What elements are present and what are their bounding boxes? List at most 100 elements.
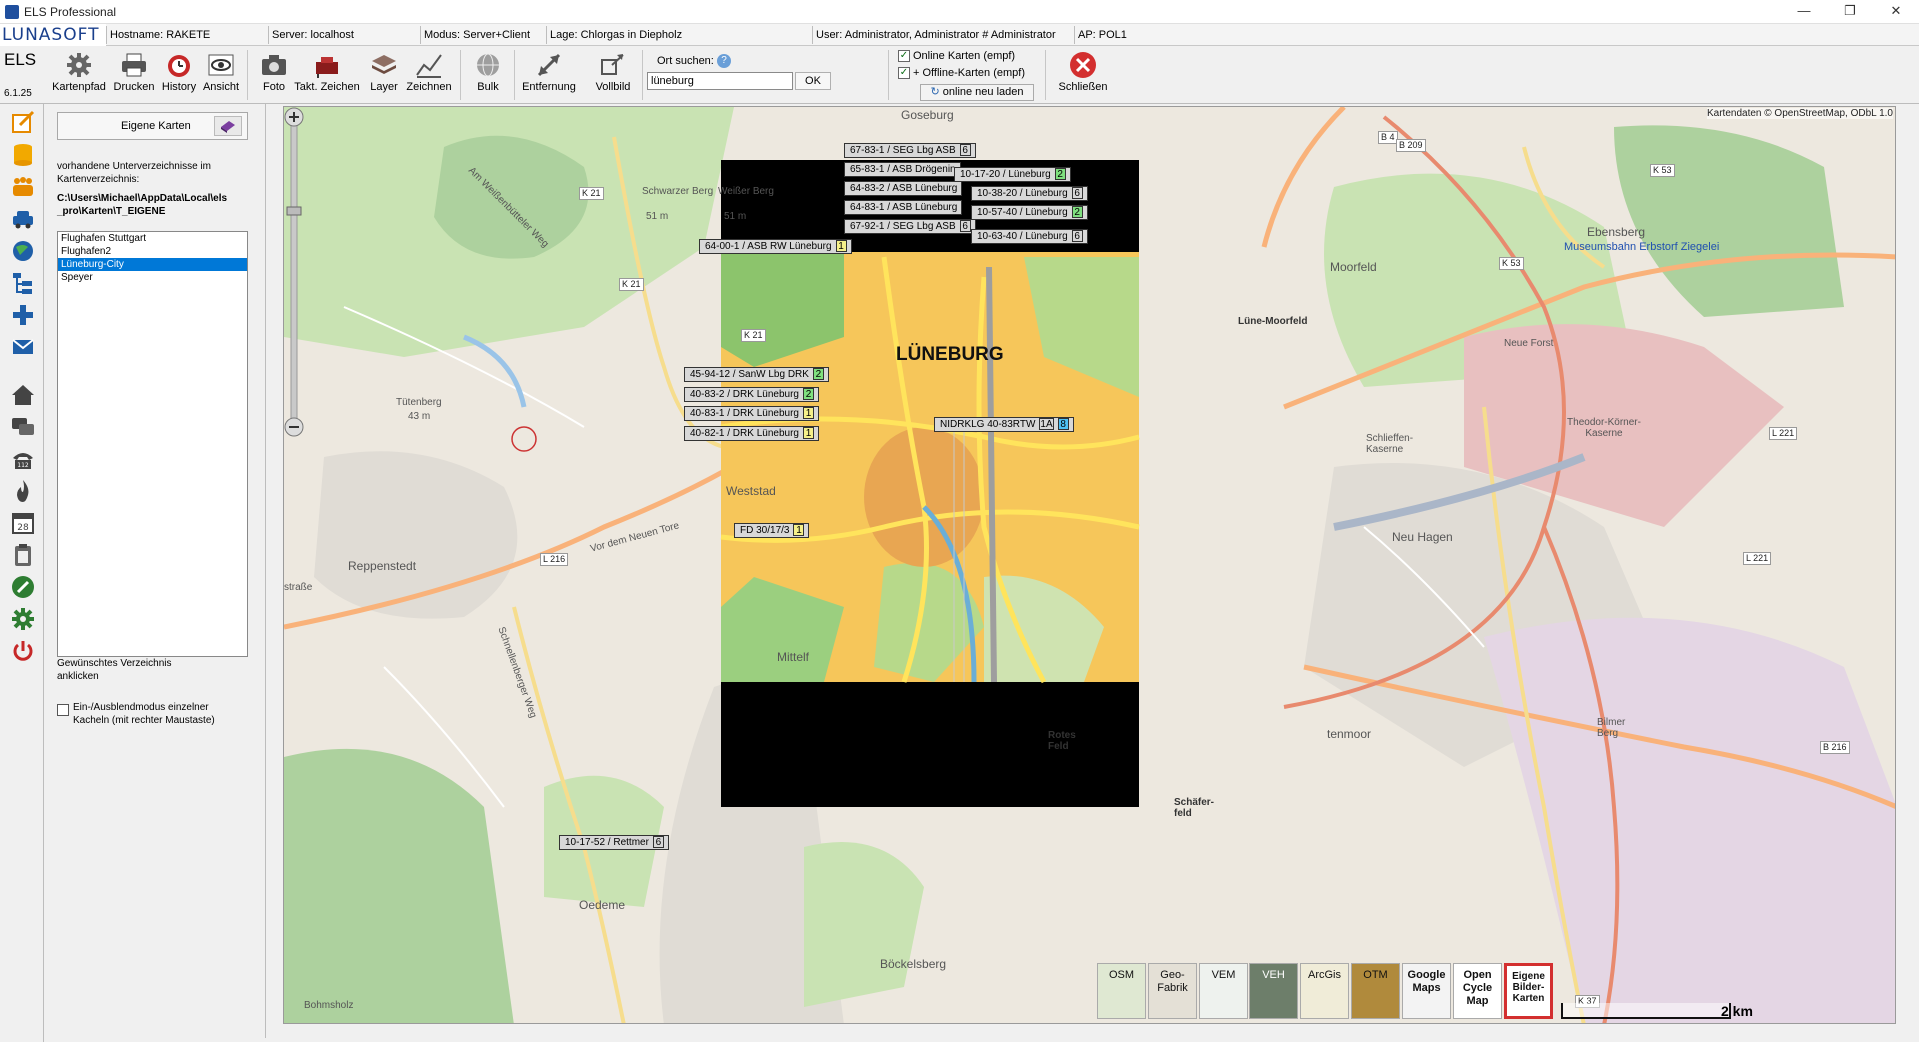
layer-button[interactable]: VEH (1249, 963, 1298, 1019)
server-field: Server: localhost (268, 26, 422, 44)
vehicle-label[interactable]: 64-83-2 / ASB Lüneburg (844, 181, 963, 196)
layer-button[interactable]: Geo-Fabrik (1148, 963, 1197, 1019)
own-maps-panel: Eigene Karten vorhandene Unterverzeichni… (50, 104, 266, 1038)
vehicle-label[interactable]: 40-83-1 / DRK Lüneburg 1 (684, 406, 819, 421)
refresh-icon: ↻ (930, 86, 943, 98)
checkbox-checked-icon: ✓ (898, 67, 910, 79)
zoom-slider[interactable] (284, 107, 304, 437)
entfernung-button[interactable]: Entfernung (520, 50, 578, 102)
directory-list[interactable]: Flughafen Stuttgart Flughafen2 Lüneburg-Ci… (57, 231, 248, 657)
minimize-button[interactable]: — (1781, 0, 1827, 24)
tree-structure-icon[interactable] (10, 270, 36, 296)
online-maps-checkbox[interactable]: ✓ Online Karten (empf) (898, 50, 1015, 62)
taktische-zeichen-button[interactable]: Takt. Zeichen (294, 50, 360, 102)
vehicle-label[interactable]: 64-00-1 / ASB RW Lüneburg 1 (699, 239, 852, 254)
vehicle-label[interactable]: 65-83-1 / ASB Drögenin (844, 162, 961, 177)
fire-icon[interactable] (10, 478, 36, 504)
car-icon[interactable] (10, 206, 36, 232)
route-icon[interactable] (10, 574, 36, 600)
book-icon[interactable] (214, 116, 242, 136)
plus-icon[interactable] (10, 302, 36, 328)
place-label: Schwarzer Berg (642, 186, 714, 197)
directory-item[interactable]: Flughafen2 (58, 245, 247, 258)
layer-button[interactable]: OTM (1351, 963, 1400, 1019)
vehicle-label[interactable]: 10-17-52 / Rettmer 6 (559, 835, 669, 850)
directory-item[interactable]: Speyer (58, 271, 247, 284)
power-icon[interactable] (10, 638, 36, 664)
history-button[interactable]: History (158, 50, 200, 102)
vehicle-label-text: 40-82-1 / DRK Lüneburg (690, 428, 799, 439)
place-label: Ebensberg (1587, 225, 1646, 239)
own-maps-header[interactable]: Eigene Karten (57, 112, 248, 140)
distance-arrow-icon (537, 53, 561, 77)
foto-button[interactable]: Foto (254, 50, 294, 102)
vehicle-label[interactable]: 10-38-20 / Lüneburg 6 (971, 186, 1088, 201)
user-field: User: Administrator, Administrator # Adm… (812, 26, 1074, 44)
draw-icon (416, 54, 442, 78)
toolbar-separator (514, 50, 515, 100)
vehicle-label[interactable]: NIDRKLG 40-83RTW 1A 8 (934, 417, 1074, 432)
vehicle-label[interactable]: 67-92-1 / SEG Lbg ASB 6 (844, 219, 976, 234)
layer-button[interactable]: Layer (364, 50, 404, 102)
mode-field: Modus: Server+Client (420, 26, 548, 44)
vehicle-label[interactable]: 67-83-1 / SEG Lbg ASB 6 (844, 143, 976, 158)
place-label: Weißer Berg (718, 186, 774, 197)
vehicle-label[interactable]: 40-83-2 / DRK Lüneburg 2 (684, 387, 819, 402)
layer-button[interactable]: Google Maps (1402, 963, 1451, 1019)
kartenpfad-button[interactable]: Kartenpfad (52, 50, 106, 102)
close-window-button[interactable]: ✕ (1873, 0, 1919, 24)
vehicle-label[interactable]: 10-17-20 / Lüneburg 2 (954, 167, 1071, 182)
vehicle-label-text: 10-63-40 / Lüneburg (977, 231, 1068, 242)
directory-item[interactable]: Lüneburg-City (58, 258, 247, 271)
layer-button[interactable]: Eigene Bilder-Karten (1504, 963, 1553, 1019)
directory-item[interactable]: Flughafen Stuttgart (58, 232, 247, 245)
vehicle-label[interactable]: 45-94-12 / SanW Lbg DRK 2 (684, 367, 829, 382)
tile-toggle-checkbox[interactable]: Ein-/Ausblendmodus einzelner Kacheln (mi… (57, 701, 243, 727)
layers-icon (372, 55, 396, 74)
place-label: Mittelf (777, 650, 810, 664)
schliessen-button[interactable]: Schließen (1052, 50, 1114, 102)
vehicle-label[interactable]: 40-82-1 / DRK Lüneburg 1 (684, 426, 819, 441)
road-shield: K 53 (1650, 164, 1675, 177)
layer-button[interactable]: VEM (1199, 963, 1248, 1019)
layer-button[interactable]: Open Cycle Map (1453, 963, 1502, 1019)
map-attribution: Kartendaten © OpenStreetMap, ODbL 1.0 (1707, 108, 1893, 119)
offline-maps-checkbox[interactable]: ✓ + Offline-Karten (empf) (898, 67, 1025, 79)
map-view[interactable]: Kartendaten © OpenStreetMap, ODbL 1.0 Go… (283, 106, 1896, 1024)
home-icon[interactable] (10, 382, 36, 408)
layer-button[interactable]: ArcGis (1300, 963, 1349, 1019)
vehicle-label[interactable]: FD 30/17/3 1 (734, 523, 810, 538)
app-name: ELS (4, 50, 37, 69)
app-icon (5, 5, 19, 19)
calendar-icon[interactable]: 28 (10, 510, 36, 536)
vehicle-label-text: 64-83-2 / ASB Lüneburg (850, 183, 958, 194)
chat-icon[interactable] (10, 414, 36, 440)
clipboard-icon[interactable] (10, 542, 36, 568)
zeichnen-button[interactable]: Zeichnen (404, 50, 454, 102)
vehicle-status-badge: 6 (1071, 230, 1083, 242)
database-icon[interactable] (10, 142, 36, 168)
vehicle-label[interactable]: 10-57-40 / Lüneburg 2 (971, 205, 1088, 220)
vehicle-label[interactable]: 10-63-40 / Lüneburg 6 (971, 229, 1088, 244)
restore-button[interactable]: ❐ (1827, 0, 1873, 24)
vehicle-label[interactable]: 64-83-1 / ASB Lüneburg (844, 200, 963, 215)
svg-text:28: 28 (17, 523, 29, 533)
help-icon[interactable]: ? (717, 54, 731, 68)
layer-button[interactable]: OSM (1097, 963, 1146, 1019)
online-reload-button[interactable]: ↻ online neu laden (920, 84, 1034, 101)
globe-icon[interactable] (10, 238, 36, 264)
place-label: Goseburg (901, 108, 954, 122)
search-ok-button[interactable]: OK (795, 72, 831, 90)
place-label: Schäfer-feld (1174, 797, 1215, 819)
drucken-button[interactable]: Drucken (112, 50, 156, 102)
mail-icon[interactable] (10, 334, 36, 360)
bulk-button[interactable]: Bulk (468, 50, 508, 102)
road-shield: K 21 (579, 187, 604, 200)
settings-icon[interactable] (10, 606, 36, 632)
vollbild-button[interactable]: Vollbild (588, 50, 638, 102)
phone-112-icon[interactable]: 112 (10, 446, 36, 472)
ansicht-button[interactable]: Ansicht (200, 50, 242, 102)
edit-document-icon[interactable] (10, 110, 36, 136)
people-icon[interactable] (10, 174, 36, 200)
location-search-input[interactable] (647, 72, 793, 90)
